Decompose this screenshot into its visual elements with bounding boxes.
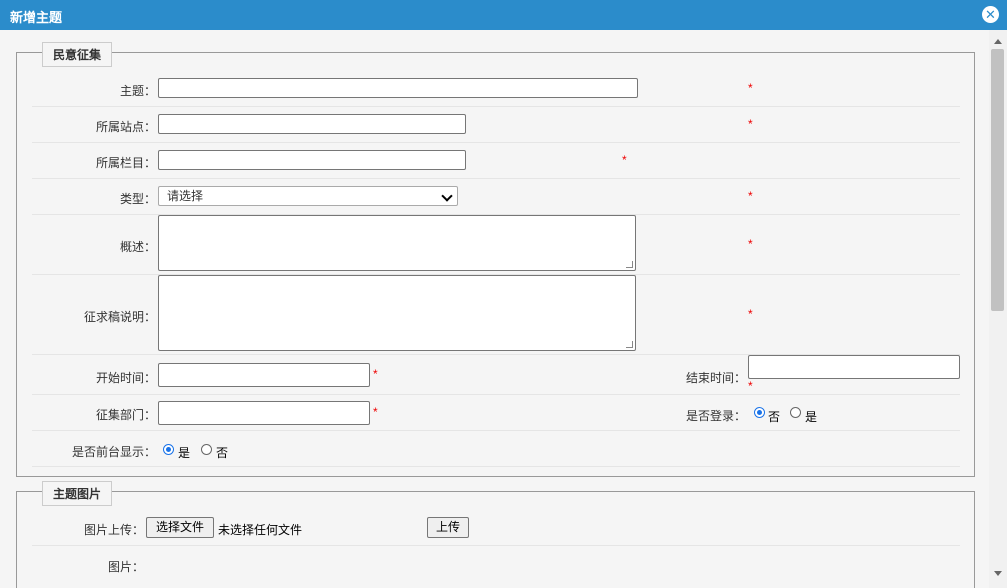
login-no-radio[interactable] xyxy=(754,407,765,418)
frontend-yes-label: 是 xyxy=(178,446,191,460)
subject-input[interactable] xyxy=(158,78,638,98)
draft-textarea[interactable] xyxy=(158,275,636,351)
required-mark: * xyxy=(748,379,753,393)
start-time-input[interactable] xyxy=(158,363,370,387)
type-select[interactable]: 请选择 xyxy=(158,186,458,206)
required-mark: * xyxy=(748,117,753,131)
required-mark: * xyxy=(748,307,753,321)
required-mark: * xyxy=(748,81,753,95)
frontend-label: 是否前台显示： xyxy=(71,445,156,459)
dialog-content: 民意征集 主题： * 所属站点： * 所属栏目： * 类型： 请选择 * 概述：… xyxy=(0,30,989,588)
scroll-thumb[interactable] xyxy=(991,49,1004,311)
close-icon[interactable]: ✕ xyxy=(982,6,999,23)
summary-label: 概述： xyxy=(119,240,156,254)
frontend-no-radio[interactable] xyxy=(201,444,212,455)
type-label: 类型： xyxy=(119,192,156,206)
column-input[interactable] xyxy=(158,150,466,170)
subject-label: 主题： xyxy=(119,84,156,98)
end-time-input[interactable] xyxy=(748,355,960,379)
dept-input[interactable] xyxy=(158,401,370,425)
legend-public-opinion: 民意征集 xyxy=(42,42,113,67)
required-mark: * xyxy=(748,189,753,203)
image-label: 图片： xyxy=(107,560,144,574)
draft-label: 征求稿说明： xyxy=(83,310,156,324)
scrollbar[interactable] xyxy=(989,30,1007,588)
login-label: 是否登录： xyxy=(685,409,746,423)
frontend-yes-radio[interactable] xyxy=(163,444,174,455)
legend-topic-image: 主题图片 xyxy=(42,481,113,506)
upload-button[interactable]: 上传 xyxy=(427,517,469,538)
frontend-no-label: 否 xyxy=(216,446,229,460)
scroll-up-icon[interactable] xyxy=(994,39,1002,44)
dialog-titlebar: 新增主题 ✕ xyxy=(0,0,1007,30)
upload-label: 图片上传： xyxy=(83,523,144,537)
login-yes-label: 是 xyxy=(805,410,818,424)
required-mark: * xyxy=(373,367,378,381)
summary-textarea[interactable] xyxy=(158,215,636,271)
required-mark: * xyxy=(373,405,378,419)
resize-grip-icon[interactable] xyxy=(626,261,633,268)
required-mark: * xyxy=(622,153,627,167)
end-time-label: 结束时间： xyxy=(685,371,746,385)
scroll-down-icon[interactable] xyxy=(994,571,1002,576)
site-label: 所属站点： xyxy=(95,120,156,134)
type-select-value: 请选择 xyxy=(167,189,204,203)
chevron-down-icon xyxy=(441,190,453,202)
site-input[interactable] xyxy=(158,114,466,134)
login-no-label: 否 xyxy=(768,410,781,424)
no-file-text: 未选择任何文件 xyxy=(218,523,303,537)
required-mark: * xyxy=(748,237,753,251)
login-yes-radio[interactable] xyxy=(790,407,801,418)
start-time-label: 开始时间： xyxy=(95,371,156,385)
dialog-title: 新增主题 xyxy=(10,10,63,25)
column-label: 所属栏目： xyxy=(95,156,156,170)
dept-label: 征集部门： xyxy=(95,408,156,422)
choose-file-button[interactable]: 选择文件 xyxy=(146,517,214,538)
resize-grip-icon[interactable] xyxy=(626,341,633,348)
